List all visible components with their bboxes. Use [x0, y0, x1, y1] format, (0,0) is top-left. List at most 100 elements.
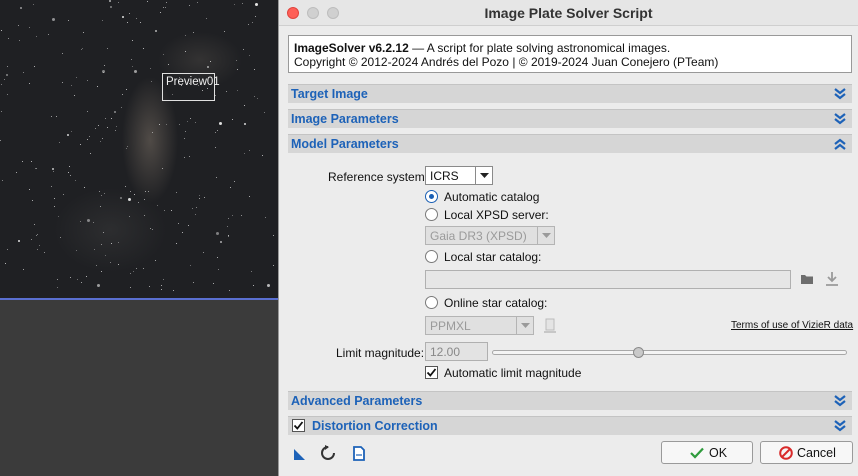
section-target-image[interactable]: Target Image	[288, 84, 852, 103]
star	[19, 40, 20, 41]
star	[267, 284, 270, 287]
star	[105, 255, 106, 256]
star	[80, 221, 81, 222]
star	[60, 237, 61, 238]
dropdown-arrow-icon	[516, 317, 533, 334]
star	[101, 195, 102, 196]
star	[187, 121, 188, 122]
limit-magnitude-value: 12.00	[430, 345, 461, 359]
star	[161, 285, 162, 286]
reset-icon[interactable]	[319, 444, 337, 462]
distortion-correction-checkbox[interactable]	[292, 419, 305, 432]
star	[185, 35, 186, 36]
limit-magnitude-slider[interactable]	[492, 350, 847, 355]
star	[107, 48, 108, 49]
star	[162, 168, 163, 169]
star	[1, 84, 2, 85]
star	[62, 53, 63, 54]
section-label: Target Image	[291, 87, 368, 101]
documentation-icon[interactable]	[352, 446, 366, 462]
star	[173, 290, 174, 291]
online-star-catalog-radio[interactable]	[425, 296, 438, 309]
star	[114, 111, 116, 113]
star	[83, 32, 84, 33]
star	[32, 200, 33, 201]
local-star-catalog-radio[interactable]	[425, 250, 438, 263]
star	[152, 229, 153, 230]
star	[163, 279, 164, 280]
section-label: Advanced Parameters	[291, 394, 423, 408]
star	[148, 191, 149, 192]
star	[99, 191, 100, 192]
automatic-limit-label: Automatic limit magnitude	[444, 366, 582, 380]
ok-button[interactable]: OK	[661, 441, 753, 464]
star	[48, 34, 49, 35]
local-xpsd-select[interactable]: Gaia DR3 (XPSD)	[425, 226, 555, 245]
star	[29, 27, 30, 28]
limit-magnitude-field[interactable]: 12.00	[425, 342, 488, 361]
star	[51, 186, 52, 187]
star	[57, 279, 58, 280]
star	[0, 140, 1, 141]
section-label: Distortion Correction	[312, 419, 438, 433]
star	[81, 49, 82, 50]
star	[90, 153, 91, 154]
star	[203, 252, 204, 253]
automatic-catalog-radio[interactable]	[425, 190, 438, 203]
section-distortion-correction[interactable]: Distortion Correction	[288, 416, 852, 435]
star	[127, 146, 128, 147]
star	[251, 271, 252, 272]
star	[190, 265, 191, 266]
star	[97, 284, 100, 287]
section-advanced-parameters[interactable]: Advanced Parameters	[288, 391, 852, 410]
star	[36, 36, 37, 37]
reference-system-select[interactable]: ICRS	[425, 166, 493, 185]
star	[59, 142, 60, 143]
star	[143, 268, 144, 269]
star	[33, 4, 34, 5]
star	[98, 125, 99, 126]
star	[54, 206, 55, 207]
star	[216, 232, 219, 235]
star	[248, 24, 249, 25]
folder-icon[interactable]	[800, 273, 814, 285]
star	[189, 5, 190, 6]
star	[29, 83, 30, 84]
online-catalog-select[interactable]: PPMXL	[425, 316, 534, 335]
star	[4, 79, 5, 80]
star	[96, 265, 97, 266]
limit-magnitude-slider-thumb[interactable]	[632, 347, 644, 358]
star	[150, 68, 151, 69]
star	[101, 244, 102, 245]
star	[197, 2, 198, 3]
section-label: Model Parameters	[291, 137, 399, 151]
star	[104, 193, 105, 194]
local-xpsd-radio[interactable]	[425, 208, 438, 221]
image-view[interactable]: Preview01	[0, 0, 278, 298]
new-instance-icon[interactable]	[293, 447, 307, 461]
star	[145, 191, 146, 192]
star	[179, 77, 180, 78]
star	[76, 250, 77, 251]
star	[87, 111, 88, 112]
star	[257, 98, 258, 99]
star	[161, 289, 162, 290]
star	[37, 234, 38, 235]
star	[236, 60, 237, 61]
local-star-catalog-path-field[interactable]	[425, 270, 791, 289]
star	[244, 153, 245, 154]
cancel-button[interactable]: Cancel	[760, 441, 853, 464]
section-image-parameters[interactable]: Image Parameters	[288, 109, 852, 128]
vizier-terms-link[interactable]: Terms of use of VizieR data	[731, 320, 853, 331]
star	[132, 66, 133, 67]
download-icon[interactable]	[825, 271, 839, 287]
catalog-info-icon[interactable]	[543, 318, 557, 334]
star	[204, 197, 205, 198]
star	[136, 18, 137, 19]
star	[226, 91, 227, 92]
star	[8, 38, 9, 39]
star	[255, 16, 256, 17]
section-model-parameters[interactable]: Model Parameters	[288, 134, 852, 153]
star	[163, 7, 164, 8]
automatic-limit-checkbox[interactable]	[425, 366, 438, 379]
